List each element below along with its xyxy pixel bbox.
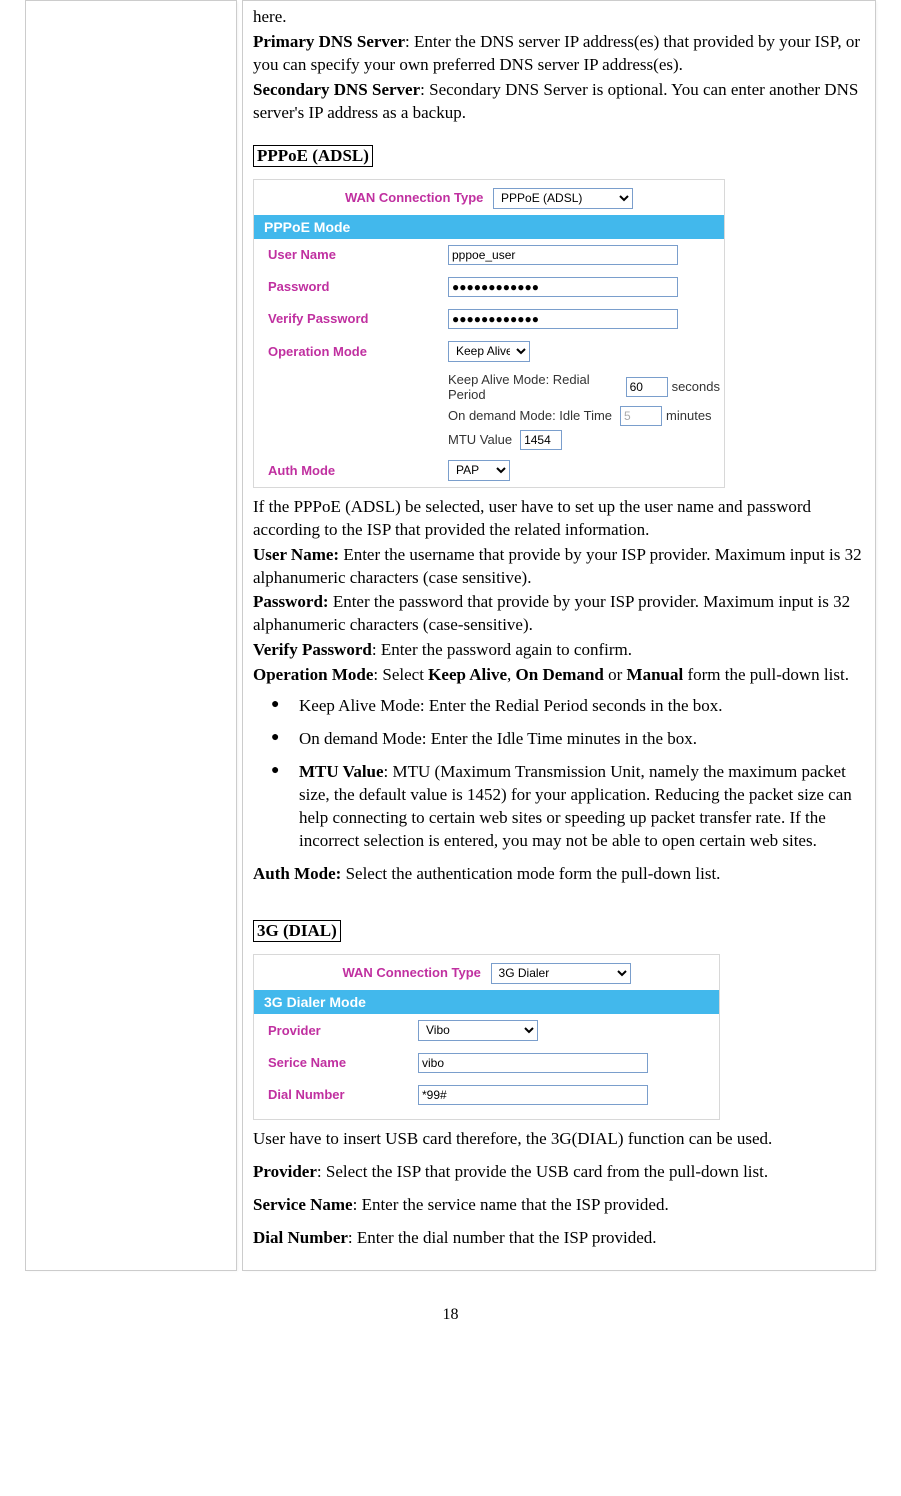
opmode-m: : Select [373,665,428,684]
provider-bold: Provider [253,1162,317,1181]
g3-section-tag: 3G (DIAL) [253,920,341,942]
provider-text: : Select the ISP that provide the USB ca… [317,1162,768,1181]
g3-service-desc: Service Name: Enter the service name tha… [253,1194,865,1217]
password-bold: Password: [253,592,329,611]
secondary-dns-label: Secondary DNS Server [253,80,420,99]
bullet-mtu: MTU Value: MTU (Maximum Transmission Uni… [271,761,865,853]
opmode-or: or [604,665,627,684]
password-label: Password [268,279,448,294]
pppoe-bullets: Keep Alive Mode: Enter the Redial Period… [271,695,865,853]
page-number: 18 [25,1306,876,1324]
pppoe-section-tag: PPPoE (ADSL) [253,145,373,167]
wan-type-label: WAN Connection Type [345,190,483,205]
operation-mode-select[interactable]: Keep Alive [448,341,530,362]
mtu-value-input[interactable] [520,430,562,450]
verify-password-label: Verify Password [268,311,448,326]
operation-mode-label: Operation Mode [268,344,448,359]
auth-mode-select[interactable]: PAP [448,460,510,481]
pppoe-opmode-desc: Operation Mode: Select Keep Alive, On De… [253,664,865,687]
pppoe-p1: If the PPPoE (ADSL) be selected, user ha… [253,496,865,542]
wan-type-select-3g[interactable]: 3G Dialer [491,963,631,984]
mtu-bold: MTU Value [299,762,384,781]
opmode-c: , [507,665,516,684]
g3-dial-desc: Dial Number: Enter the dial number that … [253,1227,865,1250]
service-text: : Enter the service name that the ISP pr… [353,1195,669,1214]
password-text: Enter the password that provide by your … [253,592,850,634]
bullet-ondemand: On demand Mode: Enter the Idle Time minu… [271,728,865,751]
idle-time-input[interactable] [620,406,662,426]
mtu-value-text: MTU Value [448,432,512,447]
minutes-text: minutes [666,408,712,423]
content-column: here. Primary DNS Server: Enter the DNS … [243,1,876,1271]
on-demand-text: On demand Mode: Idle Time [448,408,612,423]
verify-bold: Verify Password [253,640,372,659]
username-bold: User Name: [253,545,339,564]
dial-text: : Enter the dial number that the ISP pro… [348,1228,657,1247]
g3-band: 3G Dialer Mode [254,990,719,1014]
password-input[interactable] [448,277,678,297]
bullet-keepalive: Keep Alive Mode: Enter the Redial Period… [271,695,865,718]
intro-pdns: Primary DNS Server: Enter the DNS server… [253,31,865,77]
g3-p1: User have to insert USB card therefore, … [253,1128,865,1151]
layout-table: here. Primary DNS Server: Enter the DNS … [25,0,876,1271]
username-label: User Name [268,247,448,262]
left-column [26,1,237,1271]
verify-text: : Enter the password again to confirm. [372,640,632,659]
dial-number-input[interactable] [418,1085,648,1105]
dial-bold: Dial Number [253,1228,348,1247]
pppoe-username-desc: User Name: Enter the username that provi… [253,544,865,590]
intro-here: here. [253,6,865,29]
pppoe-password-desc: Password: Enter the password that provid… [253,591,865,637]
username-text: Enter the username that provide by your … [253,545,862,587]
pppoe-band: PPPoE Mode [254,215,724,239]
pppoe-verify-desc: Verify Password: Enter the password agai… [253,639,865,662]
provider-select[interactable]: Vibo [418,1020,538,1041]
auth-bold: Auth Mode: [253,864,341,883]
primary-dns-label: Primary DNS Server [253,32,405,51]
service-bold: Service Name [253,1195,353,1214]
opmode-ondemand: On Demand [516,665,604,684]
service-name-label: Serice Name [268,1055,418,1070]
g3-figure: WAN Connection Type 3G Dialer 3G Dialer … [253,954,720,1120]
intro-sdns: Secondary DNS Server: Secondary DNS Serv… [253,79,865,125]
wan-type-select[interactable]: PPPoE (ADSL) [493,188,633,209]
opmode-e: form the pull-down list. [683,665,849,684]
username-input[interactable] [448,245,678,265]
provider-label: Provider [268,1023,418,1038]
redial-period-input[interactable] [626,377,668,397]
verify-password-input[interactable] [448,309,678,329]
pppoe-auth-desc: Auth Mode: Select the authentication mod… [253,863,865,886]
opmode-manual: Manual [627,665,684,684]
auth-text: Select the authentication mode form the … [341,864,720,883]
opmode-keepalive: Keep Alive [428,665,507,684]
service-name-input[interactable] [418,1053,648,1073]
dial-number-label: Dial Number [268,1087,418,1102]
pppoe-figure: WAN Connection Type PPPoE (ADSL) PPPoE M… [253,179,725,488]
g3-provider-desc: Provider: Select the ISP that provide th… [253,1161,865,1184]
keep-alive-text: Keep Alive Mode: Redial Period [448,372,618,402]
opmode-bold: Operation Mode [253,665,373,684]
seconds-text: seconds [672,379,720,394]
wan-type-label-3g: WAN Connection Type [342,965,480,980]
auth-mode-label: Auth Mode [268,463,448,478]
